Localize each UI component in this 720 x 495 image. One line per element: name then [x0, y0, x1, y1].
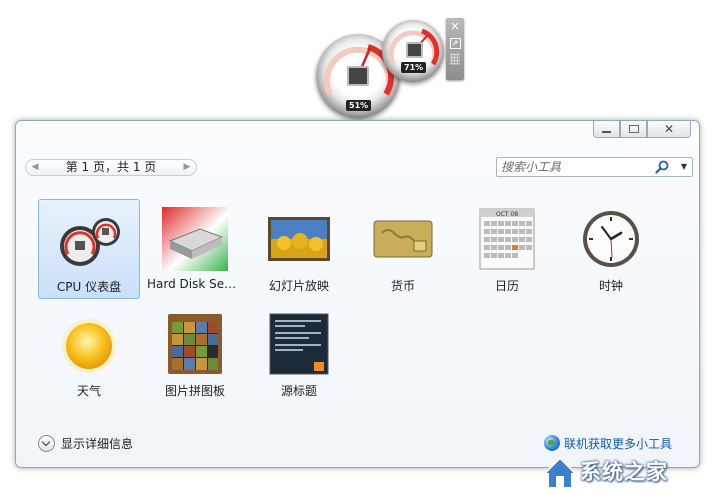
cpu-meter-gadget[interactable]: 51% 71% ✕ ↗ — [312, 18, 472, 118]
gadget-tile-feed[interactable]: 源标题 — [248, 304, 350, 404]
gadget-label: 货币 — [390, 279, 415, 293]
memory-chip-icon — [406, 42, 423, 58]
watermark: 系统之家 — [540, 452, 718, 492]
memory-percent: 71% — [401, 62, 427, 73]
gadget-tile-currency[interactable]: 货币 — [352, 199, 454, 299]
gadget-label: Hard Disk Sen... — [147, 277, 244, 291]
show-details-toggle[interactable]: 显示详细信息 — [38, 433, 133, 453]
chevron-down-icon — [38, 434, 55, 452]
puzzle-icon — [168, 314, 222, 374]
gadget-label: 图片拼图板 — [164, 384, 225, 398]
gadget-tile-weather[interactable]: 天气 — [38, 304, 140, 404]
search-input[interactable] — [501, 159, 651, 175]
maximize-icon — [628, 125, 639, 133]
search-icon[interactable] — [655, 160, 669, 174]
show-details-label: 显示详细信息 — [61, 436, 134, 451]
window-controls: ✕ — [593, 121, 691, 140]
hard-disk-icon — [162, 207, 228, 271]
gadget-tile-slideshow[interactable]: 幻灯片放映 — [248, 199, 350, 299]
resize-icon[interactable]: ↗ — [449, 38, 461, 49]
cpu-chip-icon — [347, 66, 369, 86]
cpu-percent: 51% — [346, 100, 372, 111]
get-more-gadgets-label: 联机获取更多小工具 — [564, 436, 673, 451]
gadget-tile-clock[interactable]: 时钟 — [560, 199, 662, 299]
page-label: 第 1 页，共 1 页 — [65, 160, 157, 174]
close-icon: ✕ — [663, 122, 675, 136]
currency-card-icon — [373, 220, 433, 258]
search-box: ▼ — [496, 157, 693, 177]
gadget-label: CPU 仪表盘 — [56, 280, 122, 294]
close-icon[interactable]: ✕ — [448, 20, 462, 34]
close-button[interactable]: ✕ — [647, 121, 691, 138]
gadget-tile-puzzle[interactable]: 图片拼图板 — [144, 304, 246, 404]
weather-sun-icon — [62, 319, 116, 373]
gadget-tile-calendar[interactable]: OCT 08 日历 — [456, 199, 558, 299]
calendar-month: OCT 08 — [496, 211, 518, 218]
chevron-right-icon[interactable]: ▶ — [179, 160, 195, 175]
minimize-icon — [602, 130, 611, 133]
get-more-gadgets-link[interactable]: 联机获取更多小工具 — [544, 433, 672, 453]
watermark-text: 系统之家 — [580, 460, 668, 484]
house-logo-icon — [541, 456, 579, 489]
globe-icon — [544, 435, 560, 451]
feed-headlines-icon — [269, 313, 329, 375]
search-dropdown-icon[interactable]: ▼ — [677, 158, 691, 176]
drag-grip-icon[interactable] — [450, 53, 460, 65]
gadget-label: 幻灯片放映 — [268, 279, 329, 293]
gadget-tile-cpu[interactable]: CPU 仪表盘 — [38, 199, 140, 299]
gadget-toolbar: ✕ ↗ — [446, 18, 464, 80]
calendar-icon: OCT 08 — [479, 208, 535, 270]
gadget-label: 时钟 — [598, 279, 623, 293]
gadget-tile-hard-disk[interactable]: Hard Disk Sen... — [144, 199, 246, 299]
gadget-label: 天气 — [76, 384, 101, 398]
gadget-gallery-window: ✕ ◀ 第 1 页，共 1 页 ▶ ▼ CPU 仪表盘 — [15, 120, 700, 468]
memory-dial: 71% — [382, 20, 444, 82]
cpu-meter-icon — [60, 218, 120, 266]
gadget-label: 源标题 — [280, 384, 317, 398]
clock-icon — [583, 211, 639, 267]
slideshow-icon — [268, 217, 330, 261]
maximize-button[interactable] — [620, 121, 647, 138]
minimize-button[interactable] — [593, 121, 620, 138]
gadget-label: 日历 — [494, 279, 519, 293]
page-navigator: ◀ 第 1 页，共 1 页 ▶ — [25, 159, 197, 176]
